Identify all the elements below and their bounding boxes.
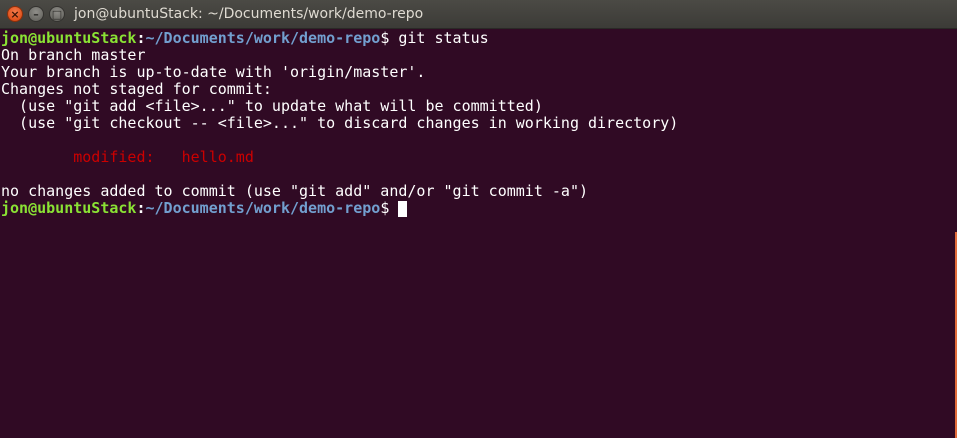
active-prompt-line[interactable]: jon@ubuntuStack:~/Documents/work/demo-re… — [1, 200, 957, 217]
window-title: jon@ubuntuStack: ~/Documents/work/demo-r… — [74, 6, 424, 22]
terminal-content[interactable]: jon@ubuntuStack:~/Documents/work/demo-re… — [0, 29, 957, 438]
command-line: jon@ubuntuStack:~/Documents/work/demo-re… — [1, 30, 957, 47]
output-line: (use "git add <file>..." to update what … — [1, 97, 543, 115]
title-bar[interactable]: × – □ jon@ubuntuStack: ~/Documents/work/… — [0, 0, 957, 29]
output-line: On branch master — [1, 46, 146, 64]
prompt-path: ~/Documents/work/demo-repo — [145, 29, 381, 47]
terminal-window: × – □ jon@ubuntuStack: ~/Documents/work/… — [0, 0, 957, 438]
minimize-icon: – — [33, 7, 39, 21]
prompt-user-host: jon@ubuntuStack — [1, 199, 137, 217]
close-icon: × — [10, 7, 20, 21]
output-line: (use "git checkout -- <file>..." to disc… — [1, 114, 679, 132]
prompt-colon: : — [136, 29, 146, 47]
prompt-path: ~/Documents/work/demo-repo — [145, 199, 381, 217]
prompt-sign: $ — [380, 199, 390, 217]
prompt-sign: $ — [380, 29, 390, 47]
footer-line: no changes added to commit (use "git add… — [1, 182, 588, 200]
minimize-button[interactable]: – — [28, 6, 44, 22]
prompt-colon: : — [136, 199, 146, 217]
output-line: Changes not staged for commit: — [1, 80, 272, 98]
text-cursor — [398, 201, 408, 217]
prompt-user-host: jon@ubuntuStack — [1, 29, 137, 47]
command-text: git status — [389, 29, 489, 47]
output-line: Your branch is up-to-date with 'origin/m… — [1, 63, 426, 81]
modified-file-line: modified: hello.md — [1, 148, 254, 166]
maximize-icon: □ — [51, 7, 63, 21]
maximize-button[interactable]: □ — [49, 6, 65, 22]
close-button[interactable]: × — [7, 6, 23, 22]
